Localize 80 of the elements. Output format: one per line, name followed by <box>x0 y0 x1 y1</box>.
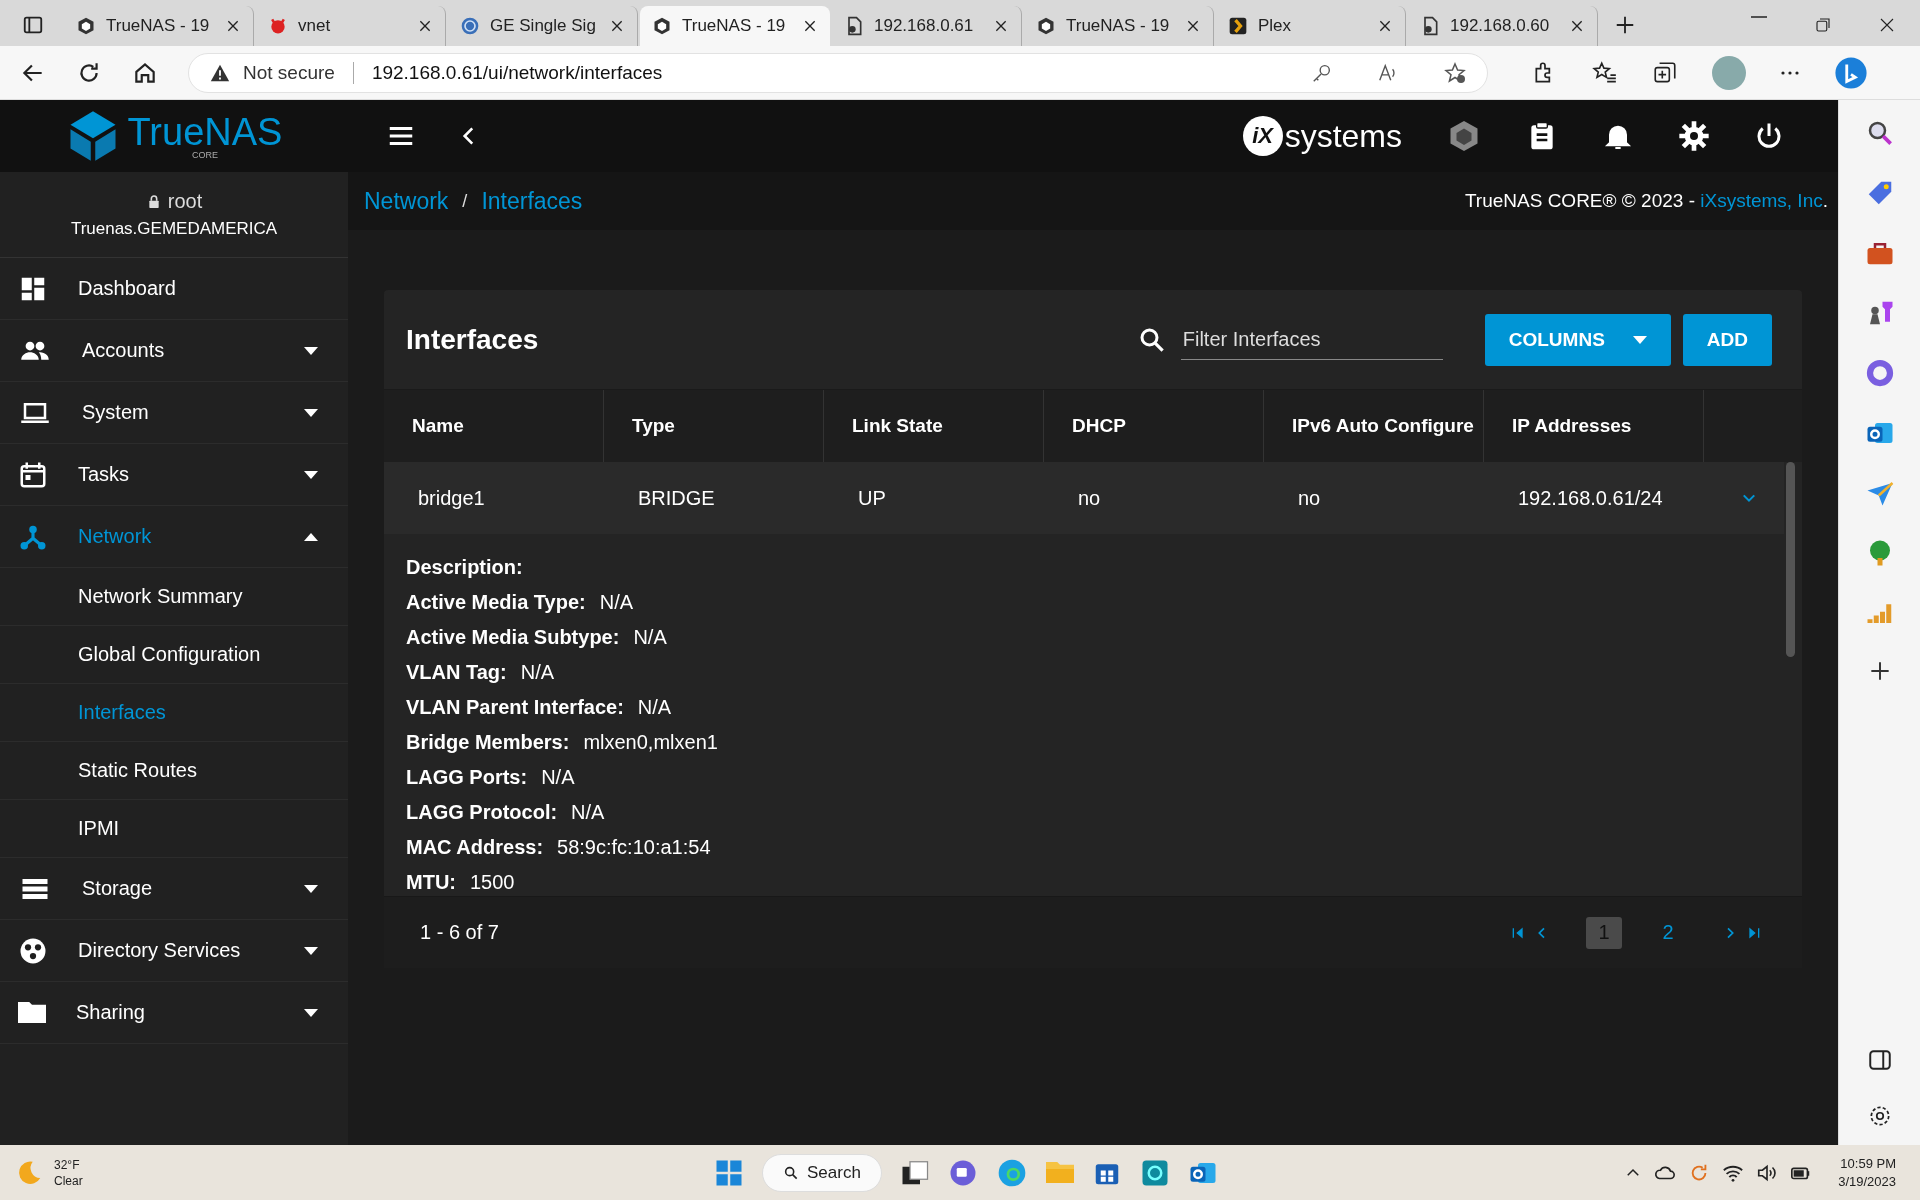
page-button[interactable]: 2 <box>1650 916 1686 949</box>
detail-line: Bridge Members: mlxen0,mlxen1 <box>406 731 719 755</box>
close-icon <box>1185 18 1201 34</box>
close-icon <box>1878 16 1896 34</box>
logo-text: TrueNAS <box>127 112 283 151</box>
close-icon <box>417 18 433 34</box>
settings-icon <box>1678 120 1710 152</box>
detail-line: LAGG Protocol: N/A <box>406 801 606 825</box>
weather-condition: Clear <box>54 1173 83 1188</box>
card-title: Interfaces <box>406 323 540 356</box>
sidebar-icon <box>1866 1047 1893 1073</box>
nav-item[interactable]: Network <box>0 506 348 568</box>
nav-item[interactable]: Tasks <box>0 444 348 506</box>
nav-item[interactable]: Accounts <box>0 320 348 382</box>
breadcrumb-separator: / <box>462 190 468 212</box>
cube-icon <box>1036 16 1056 36</box>
cube-icon <box>652 16 672 36</box>
company-link[interactable]: iXsystems, Inc <box>1700 190 1823 211</box>
caret-down-icon <box>1632 335 1647 344</box>
clock-date: 3/19/2023 <box>1838 1174 1896 1189</box>
cube-icon <box>76 16 96 36</box>
more-icon <box>1780 70 1800 75</box>
clock-time: 10:59 PM <box>1840 1156 1896 1171</box>
nav-item[interactable]: Sharing <box>0 982 348 1044</box>
table-cell-text: no <box>1297 485 1322 511</box>
table-row[interactable]: bridge1 BRIDGE UP no no 192.168.0.61/24 <box>384 462 1784 534</box>
nav-item[interactable]: Directory Services <box>0 920 348 982</box>
table-cell-text: no <box>1077 485 1102 511</box>
scrollbar-thumb[interactable] <box>1786 462 1795 657</box>
close-icon <box>1569 18 1585 34</box>
table-cell-text: BRIDGE <box>637 485 716 511</box>
security-warning: Not secure <box>243 61 335 84</box>
close-icon <box>1377 18 1393 34</box>
close-icon <box>225 18 241 34</box>
breadcrumb-link[interactable]: Interfaces <box>481 187 583 215</box>
globe-icon <box>460 16 480 36</box>
temperature: 32°F <box>54 1157 81 1172</box>
detail-line: Active Media Subtype: N/A <box>406 626 668 650</box>
star-add-icon <box>1443 60 1467 85</box>
minimize-icon <box>1750 16 1768 18</box>
detail-line: VLAN Tag: N/A <box>406 661 556 685</box>
page-range: 1 - 6 of 7 <box>420 921 500 944</box>
nav-item[interactable]: System <box>0 382 348 444</box>
breadcrumb-link[interactable]: Network <box>364 187 449 215</box>
nav-item[interactable]: Dashboard <box>0 258 348 320</box>
detail-line: Description: <box>406 556 524 580</box>
folder-icon <box>1045 1162 1074 1183</box>
table-cell-text: UP <box>857 485 887 511</box>
folder-icon <box>18 1002 46 1023</box>
hostname: Truenas.GEMEDAMERICA <box>70 219 278 239</box>
table-cell-text: bridge1 <box>417 485 486 511</box>
new-tab-icon <box>1614 14 1636 36</box>
detail-line: MTU: 1500 <box>406 871 516 895</box>
restore-icon <box>1814 16 1832 34</box>
address-bar[interactable]: Not secure 192.168.0.61/ui/network/interfaces <box>188 52 1488 93</box>
filter-field[interactable]: Filter Interfaces <box>1180 319 1443 360</box>
close-icon <box>609 18 625 34</box>
brand-wordmark: systems <box>1284 117 1402 155</box>
search-icon <box>783 1164 799 1181</box>
nav-item[interactable]: Storage <box>0 858 348 920</box>
detail-line: MAC Address: 58:9c:fc:10:a1:54 <box>406 836 712 860</box>
devil-icon <box>268 16 288 36</box>
detail-line: Active Media Type: N/A <box>406 591 635 615</box>
browser-tab[interactable]: TrueNAS - 19 <box>640 6 830 46</box>
chat-bubble-icon <box>1834 55 1868 90</box>
copyright-text: TrueNAS CORE® © 2023 - iXsystems, Inc. <box>1464 190 1828 212</box>
ring-icon <box>1864 358 1895 388</box>
url-text: 192.168.0.61/ui/network/interfaces <box>371 61 663 84</box>
tab-actions-icon <box>22 14 44 36</box>
table-cell-text: 192.168.0.61/24 <box>1517 485 1664 511</box>
profile-avatar[interactable] <box>1712 55 1746 90</box>
logo-subtitle: CORE <box>192 150 218 160</box>
detail-line: VLAN Parent Interface: N/A <box>406 696 673 720</box>
detail-line: LAGG Ports: N/A <box>406 766 576 790</box>
taskbar-search[interactable]: Search <box>762 1153 882 1192</box>
close-icon <box>802 18 818 34</box>
brand-mark: iX <box>1242 116 1283 156</box>
chevron-icon <box>1228 16 1248 36</box>
close-icon <box>993 18 1009 34</box>
username: root <box>167 190 203 213</box>
